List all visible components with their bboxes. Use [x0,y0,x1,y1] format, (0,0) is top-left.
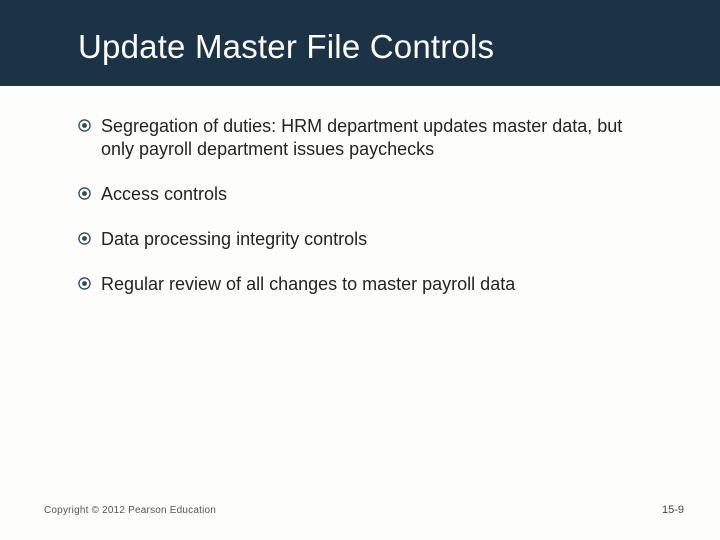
bullet-icon [78,119,91,132]
list-item: Regular review of all changes to master … [78,273,660,296]
bullet-text: Access controls [101,183,227,206]
bullet-text: Segregation of duties: HRM department up… [101,115,660,161]
content-area: Segregation of duties: HRM department up… [78,115,660,318]
slide-number: 15-9 [662,504,684,516]
list-item: Access controls [78,183,660,206]
slide-title: Update Master File Controls [78,28,494,66]
list-item: Segregation of duties: HRM department up… [78,115,660,161]
copyright-text: Copyright © 2012 Pearson Education [44,505,216,516]
bullet-icon [78,232,91,245]
title-bar: Update Master File Controls [0,0,720,86]
list-item: Data processing integrity controls [78,228,660,251]
bullet-text: Data processing integrity controls [101,228,367,251]
bullet-icon [78,277,91,290]
slide: Update Master File Controls Segregation … [0,0,720,540]
bullet-icon [78,187,91,200]
bullet-text: Regular review of all changes to master … [101,273,515,296]
